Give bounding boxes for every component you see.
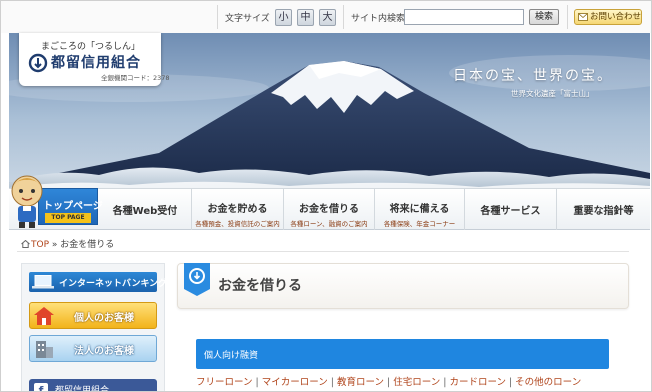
nav-item-sub: 各種ローン、融資のご案内 — [290, 220, 368, 228]
logo-mark-icon — [28, 53, 48, 73]
hero-catchphrase: 日本の宝、世界の宝。 — [453, 68, 613, 84]
link-separator: | — [387, 377, 391, 388]
housing-loan-link[interactable]: 住宅ローン — [393, 377, 440, 388]
divider — [217, 5, 218, 29]
mascot-character — [11, 175, 43, 228]
nav-savings[interactable]: お金を貯める 各種預金、投資信託のご案内 — [192, 188, 284, 230]
personal-customers-label: 個人のお客様 — [74, 313, 134, 324]
search-input[interactable] — [404, 9, 524, 25]
nav-item-label: お金を借りる — [299, 204, 359, 215]
facebook-icon: f — [34, 383, 48, 391]
breadcrumb-separator: » — [51, 240, 58, 250]
personal-customers-button[interactable]: 個人のお客様 — [29, 302, 157, 329]
nav-item-label: 将来に備える — [389, 204, 450, 215]
mail-icon — [578, 13, 588, 21]
site-logo[interactable]: まごころの「つるしん」 都留信用組合 全銀機関コード：2378 — [19, 33, 170, 86]
computer-icon — [32, 275, 54, 289]
internet-banking-label: インターネットバンキング — [59, 279, 168, 289]
link-separator: | — [330, 377, 334, 388]
facebook-button[interactable]: f 都留信用組合 — [29, 379, 157, 392]
education-loan-link[interactable]: 教育ローン — [337, 377, 384, 388]
nav-loans[interactable]: お金を借りる 各種ローン、融資のご案内 — [284, 188, 375, 230]
nav-top-page[interactable]: トップページ TOP PAGE — [38, 188, 103, 225]
contact-label: お問い合わせ — [590, 12, 642, 22]
font-size-large-button[interactable]: 大 — [319, 9, 336, 26]
logo-tagline: まごころの「つるしん」 — [41, 42, 141, 52]
nav-item-label: 重要な指針等 — [573, 206, 634, 217]
building-icon — [36, 341, 53, 358]
sidebar: インターネットバンキング 個人のお客様 法人のお客様 f 都留信用組合 — [21, 263, 167, 392]
breadcrumb: TOP » お金を借りる — [21, 237, 114, 250]
utility-bar: 文字サイズ 小 中 大 サイト内検索 検索 お問い合わせ — [1, 1, 651, 33]
link-separator: | — [443, 377, 447, 388]
contact-button[interactable]: お問い合わせ — [574, 9, 642, 25]
loan-links: フリーローン | マイカーローン | 教育ローン | 住宅ローン | カードローン | その他のロー… — [196, 374, 581, 388]
nav-future[interactable]: 将来に備える 各種保険、年金コーナー — [375, 188, 465, 230]
hero-subtitle: 世界文化遺産「富士山」 — [511, 89, 594, 98]
divider — [567, 5, 568, 29]
nav-item-sub: 各種預金、投資信託のご案内 — [195, 220, 280, 228]
link-separator: | — [508, 377, 513, 388]
page: 文字サイズ 小 中 大 サイト内検索 検索 お問い合わせ まごころの「つるしん」… — [0, 0, 652, 392]
home-icon — [21, 240, 30, 248]
corporate-customers-label: 法人のお客様 — [74, 346, 134, 357]
house-icon — [34, 307, 54, 325]
search-label: サイト内検索 — [351, 14, 406, 24]
nav-top-sub: TOP PAGE — [45, 213, 91, 223]
page-title: お金を借りる — [218, 278, 302, 294]
search-button[interactable]: 検索 — [529, 9, 559, 25]
free-loan-link[interactable]: フリーローン — [196, 377, 253, 388]
divider — [343, 5, 344, 29]
nav-item-label: 各種サービス — [480, 206, 541, 217]
logo-name: 都留信用組合 — [51, 55, 141, 71]
font-size-small-button[interactable]: 小 — [275, 9, 292, 26]
section-header: 個人向け融資 — [196, 339, 609, 369]
breadcrumb-current: お金を借りる — [60, 240, 115, 250]
nav-top-label: トップページ — [43, 201, 103, 212]
font-size-medium-button[interactable]: 中 — [297, 9, 314, 26]
section-title: 個人向け融資 — [204, 351, 259, 361]
corporate-customers-button[interactable]: 法人のお客様 — [29, 335, 157, 362]
nav-item-sub: 各種保険、年金コーナー — [383, 220, 456, 228]
internet-banking-banner[interactable]: インターネットバンキング — [29, 272, 167, 292]
font-size-label: 文字サイズ — [225, 14, 270, 24]
breadcrumb-home-link[interactable]: TOP — [31, 240, 49, 250]
car-loan-link[interactable]: マイカーローン — [262, 377, 328, 388]
card-loan-link[interactable]: カードローン — [449, 377, 506, 388]
bank-code: 全銀機関コード：2378 — [101, 74, 170, 82]
nav-web-reception[interactable]: 各種Web受付 — [99, 188, 192, 230]
nav-item-label: お金を貯める — [207, 204, 268, 215]
nav-guidelines[interactable]: 重要な指針等 — [557, 188, 650, 230]
facebook-label: 都留信用組合 — [55, 386, 110, 392]
other-loans-link[interactable]: その他のローン — [515, 377, 581, 388]
nav-services[interactable]: 各種サービス — [465, 188, 557, 230]
page-badge-icon — [184, 263, 210, 296]
divider — [17, 251, 629, 252]
link-separator: | — [255, 377, 259, 388]
nav-item-label: 各種Web受付 — [112, 206, 178, 217]
